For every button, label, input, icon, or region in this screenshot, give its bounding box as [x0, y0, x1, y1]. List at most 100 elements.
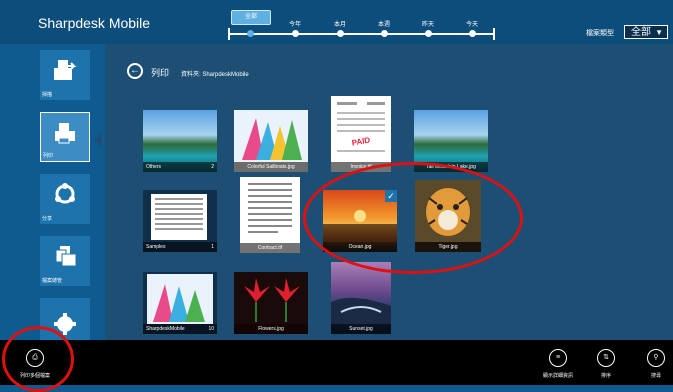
search-icon: ⚲ [653, 354, 659, 361]
sidebar-item-share[interactable]: 分享 [40, 174, 90, 224]
search-button[interactable]: ⚲ [647, 349, 665, 367]
timeline-label-this-year: 今年 [288, 22, 302, 28]
timeline-label-today: 今天 [465, 22, 479, 28]
file-tile[interactable]: ✓ Ocean.jpg [323, 190, 397, 252]
timeline-label-this-month: 本月 [333, 22, 347, 28]
sort-button[interactable]: ⇅ [597, 349, 615, 367]
active-item-pointer [94, 133, 102, 147]
sharpdesk-folder-thumbnail [147, 274, 213, 324]
file-tile[interactable]: Tall Mountain Lake.jpg [414, 110, 488, 172]
timeline-dot-this-month[interactable] [337, 30, 344, 37]
tile-caption: Tiger.jpg [415, 242, 481, 252]
timeline-dot-today[interactable] [469, 30, 476, 37]
file-type-value: 全部 [631, 27, 651, 38]
tile-caption: Colorful Sailboats.jpg [234, 162, 308, 172]
page-title: 列印 [151, 68, 170, 78]
sidebar-item-label: 列印 [43, 153, 54, 159]
samples-thumbnail [151, 194, 207, 240]
timeline-dot-this-week[interactable] [381, 30, 388, 37]
tile-name: Others [146, 164, 162, 170]
timeline-dot-this-year[interactable] [292, 30, 299, 37]
app-title: Sharpdesk Mobile [38, 15, 151, 31]
arrow-left-icon: ← [130, 65, 140, 76]
top-bar: Sharpdesk Mobile 全部 今年 本月 本週 昨天 今天 檔案類型 … [0, 0, 673, 44]
selected-check-icon[interactable]: ✓ [385, 190, 397, 202]
sidebar-item-scan[interactable]: 掃描 [40, 50, 90, 100]
sidebar-item-settings[interactable] [40, 298, 90, 340]
sort-icon: ⇅ [603, 354, 609, 361]
timeline-selected-bubble[interactable]: 全部 [231, 10, 271, 25]
tiger-thumbnail [415, 180, 481, 242]
paid-stamp: PAID [351, 135, 371, 147]
scanner-icon [54, 60, 77, 80]
sailboats-thumbnail [234, 110, 308, 162]
search-label: 搜尋 [650, 373, 662, 379]
tile-caption: Ocean.jpg [323, 242, 397, 252]
contract-thumbnail [248, 183, 292, 233]
sort-label: 排序 [600, 373, 612, 379]
print-multiple-button[interactable]: ⎙ [26, 349, 44, 367]
back-button[interactable]: ← [127, 63, 143, 79]
file-type-select[interactable]: 全部 ▼ [624, 25, 668, 39]
file-manager-icon [55, 246, 77, 267]
tile-name: Sunset.jpg [349, 326, 373, 332]
tile-name: Invoice.tif [350, 164, 372, 170]
tile-count: 10 [208, 326, 214, 332]
tile-name: SharpdeskMobile [146, 326, 185, 332]
tile-count: 1 [211, 244, 214, 250]
invoice-thumbnail: PAID [337, 102, 385, 152]
gear-icon [54, 313, 76, 335]
timeline-start-tick [228, 28, 230, 40]
sunset-thumbnail [331, 297, 391, 324]
sidebar-item-file-manager[interactable]: 檔案總管 [40, 236, 90, 286]
timeline-end-tick [493, 28, 495, 40]
tile-caption: Sunset.jpg [331, 324, 391, 334]
tile-name: Contract.tif [257, 245, 283, 251]
chevron-down-icon: ▼ [655, 28, 663, 37]
tile-caption: Invoice.tif [331, 162, 391, 172]
file-tile[interactable]: Flowers.jpg [234, 272, 308, 334]
tile-caption: SharpdeskMobile 10 [143, 324, 217, 334]
timeline-dot-yesterday[interactable] [425, 30, 432, 37]
sidebar-item-print[interactable]: 列印 [40, 112, 90, 162]
sidebar-item-label: 分享 [42, 216, 53, 222]
timeline-label-this-week: 本週 [377, 22, 391, 28]
file-tile[interactable]: PAID Invoice.tif [331, 96, 391, 172]
sidebar-item-label: 檔案總管 [42, 278, 63, 284]
show-details-label: 顯示詳細資訊 [542, 373, 574, 379]
tile-caption: Tall Mountain Lake.jpg [414, 162, 488, 172]
file-tile[interactable]: Contract.tif [240, 177, 300, 253]
sidebar: 掃描 列印 分享 檔案總管 [0, 44, 105, 340]
sidebar-item-label: 掃描 [42, 92, 53, 98]
timeline-thumb[interactable] [247, 30, 254, 37]
print-multiple-icon: ⎙ [32, 354, 38, 361]
tile-name: Colorful Sailboats.jpg [247, 164, 295, 170]
timeline-slider[interactable]: 今年 本月 本週 昨天 今天 [228, 22, 495, 40]
folder-tile[interactable]: Others 2 [143, 110, 217, 172]
file-tile[interactable]: Sunset.jpg [331, 262, 391, 334]
share-icon [55, 183, 75, 204]
tile-name: Flowers.jpg [258, 326, 284, 332]
folder-path: 資料夾: SharpdeskMobile [181, 72, 249, 78]
tile-caption: Flowers.jpg [234, 324, 308, 334]
print-multiple-label: 列印多個檔案 [19, 373, 51, 379]
tile-name: Samples [146, 244, 166, 250]
tile-caption: Samples 1 [143, 242, 217, 252]
tile-name: Tall Mountain Lake.jpg [426, 164, 476, 170]
tile-count: 2 [211, 164, 214, 170]
details-icon: ≡ [555, 354, 561, 361]
app-bar: ⎙ 列印多個檔案 ≡ 顯示詳細資訊 ⇅ 排序 ⚲ 搜尋 [0, 340, 673, 385]
tile-name: Ocean.jpg [348, 244, 372, 250]
folder-tile[interactable]: Samples 1 [143, 190, 217, 252]
printer-icon [55, 123, 75, 144]
flowers-thumbnail [234, 272, 308, 324]
show-details-button[interactable]: ≡ [549, 349, 567, 367]
tile-caption: Contract.tif [240, 243, 300, 253]
tile-name: Tiger.jpg [438, 244, 458, 250]
timeline-label-yesterday: 昨天 [421, 22, 435, 28]
folder-tile[interactable]: SharpdeskMobile 10 [143, 272, 217, 334]
tile-caption: Others 2 [143, 162, 217, 172]
file-tile[interactable]: Tiger.jpg [415, 180, 481, 252]
file-tile[interactable]: Colorful Sailboats.jpg [234, 110, 308, 172]
file-type-label: 檔案類型 [586, 30, 614, 37]
